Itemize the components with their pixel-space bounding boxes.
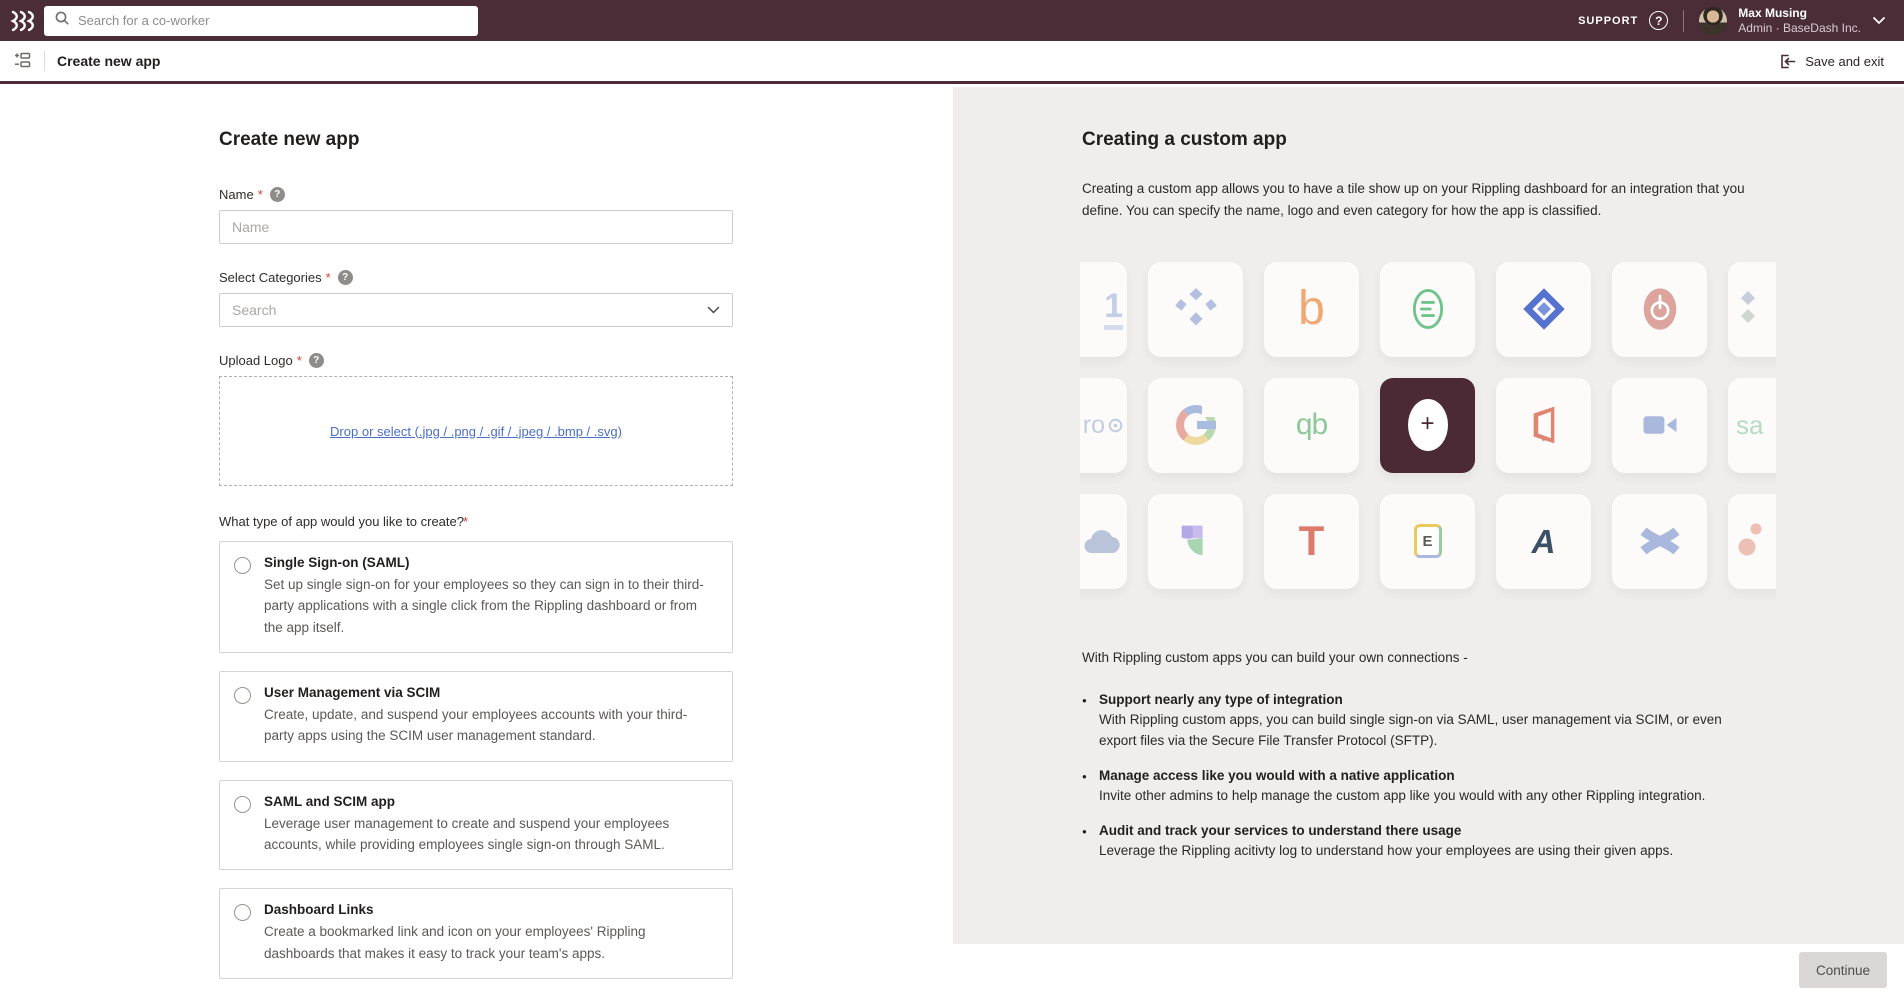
topbar-right: SUPPORT ? Max Musing Admin · BaseDash In… [1578, 6, 1904, 36]
info-panel: Creating a custom app Creating a custom … [953, 87, 1904, 944]
option-saml-and-scim[interactable]: SAML and SCIM app Leverage user manageme… [219, 780, 733, 871]
create-app-form: Create new app Name* ? Select Categories… [219, 129, 733, 979]
rippling-logo[interactable] [0, 10, 44, 32]
app-tile-office [1496, 378, 1591, 473]
form-heading: Create new app [219, 129, 733, 151]
exit-icon [1778, 52, 1797, 71]
app-tile-oval-list [1380, 262, 1475, 357]
divider [1683, 10, 1684, 32]
option-single-sign-on-saml[interactable]: Single Sign-on (SAML) Set up single sign… [219, 541, 733, 653]
name-label: Name* ? [219, 187, 733, 202]
radio-button[interactable] [234, 687, 251, 704]
page-title: Create new app [57, 53, 160, 69]
categories-help-icon[interactable]: ? [338, 270, 353, 285]
app-tile-partial-ro: ro [1080, 378, 1127, 473]
app-tile-partial-cloud [1080, 494, 1127, 589]
plus-icon: + [1408, 399, 1448, 451]
option-user-management-scim[interactable]: User Management via SCIM Create, update,… [219, 671, 733, 762]
chevron-down-icon [707, 306, 732, 314]
name-help-icon[interactable]: ? [270, 187, 285, 202]
save-and-exit-label: Save and exit [1805, 54, 1884, 69]
app-tile-quickbooks: qb [1264, 378, 1359, 473]
main-content: Create new app Name* ? Select Categories… [0, 87, 1904, 999]
radio-button[interactable] [234, 796, 251, 813]
app-tile-pentagon-diamonds [1148, 262, 1243, 357]
avatar[interactable] [1699, 7, 1727, 35]
categories-label: Select Categories* ? [219, 270, 733, 285]
app-tile-b-logo: b [1264, 262, 1359, 357]
user-role: Admin · BaseDash Inc. [1738, 21, 1861, 36]
save-and-exit-button[interactable]: Save and exit [1778, 52, 1884, 71]
search-icon [54, 10, 70, 31]
option-title: Dashboard Links [264, 902, 716, 917]
option-title: Single Sign-on (SAML) [264, 555, 716, 570]
app-tile-power-circle [1612, 262, 1707, 357]
upload-logo-label: Upload Logo* ? [219, 353, 733, 368]
app-tile-e-card: E [1380, 494, 1475, 589]
support-link[interactable]: SUPPORT [1578, 15, 1638, 27]
app-tile-partial-one: 1 [1080, 262, 1127, 357]
info-intro: Creating a custom app allows you to have… [1082, 178, 1758, 222]
app-tile-leaf-shapes [1148, 494, 1243, 589]
info-heading: Creating a custom app [1082, 129, 1904, 151]
add-to-list-icon[interactable] [12, 51, 32, 71]
app-tile-video-camera [1612, 378, 1707, 473]
option-description: Leverage user management to create and s… [264, 813, 716, 856]
option-description: Set up single sign-on for your employees… [264, 574, 716, 638]
radio-button[interactable] [234, 557, 251, 574]
drop-or-select-link[interactable]: Drop or select (.jpg / .png / .gif / .jp… [330, 424, 622, 439]
search-input[interactable] [78, 13, 468, 28]
coworker-search[interactable] [44, 6, 478, 36]
bullet-audit-track: Audit and track your services to underst… [1082, 823, 1762, 862]
upload-help-icon[interactable]: ? [309, 353, 324, 368]
chevron-down-icon[interactable] [1872, 16, 1886, 25]
app-tile-t-logo: T [1264, 494, 1359, 589]
app-tile-partial-sa: sa [1728, 378, 1776, 473]
option-dashboard-links[interactable]: Dashboard Links Create a bookmarked link… [219, 888, 733, 979]
custom-app-tile: + [1380, 378, 1475, 473]
name-input[interactable] [219, 210, 733, 244]
topbar: SUPPORT ? Max Musing Admin · BaseDash In… [0, 0, 1904, 41]
logo-dropzone[interactable]: Drop or select (.jpg / .png / .gif / .jp… [219, 376, 733, 486]
option-title: SAML and SCIM app [264, 794, 716, 809]
user-menu[interactable]: Max Musing Admin · BaseDash Inc. [1738, 6, 1861, 36]
categories-search-input[interactable] [220, 302, 707, 318]
bullet-manage-access: Manage access like you would with a nati… [1082, 768, 1762, 807]
app-type-question: What type of app would you like to creat… [219, 514, 733, 529]
app-tile-jira-diamond [1496, 262, 1591, 357]
app-tile-google-g [1148, 378, 1243, 473]
radio-button[interactable] [234, 904, 251, 921]
categories-select[interactable] [219, 293, 733, 327]
app-tile-grid: 1 b [1080, 262, 1776, 610]
help-icon[interactable]: ? [1649, 11, 1668, 30]
app-tile-partial-dots [1728, 494, 1776, 589]
continue-button[interactable]: Continue [1799, 952, 1887, 988]
user-name: Max Musing [1738, 6, 1861, 21]
app-tile-a-logo: A [1496, 494, 1591, 589]
option-title: User Management via SCIM [264, 685, 716, 700]
option-description: Create, update, and suspend your employe… [264, 704, 716, 747]
bullet-integration: Support nearly any type of integration W… [1082, 692, 1762, 752]
divider [44, 51, 45, 71]
app-tile-confluence-x [1612, 494, 1707, 589]
app-tile-partial-diamonds [1728, 262, 1776, 357]
option-description: Create a bookmarked link and icon on you… [264, 921, 716, 964]
subheader: Create new app Save and exit [0, 41, 1904, 84]
connections-line: With Rippling custom apps you can build … [1082, 650, 1758, 665]
